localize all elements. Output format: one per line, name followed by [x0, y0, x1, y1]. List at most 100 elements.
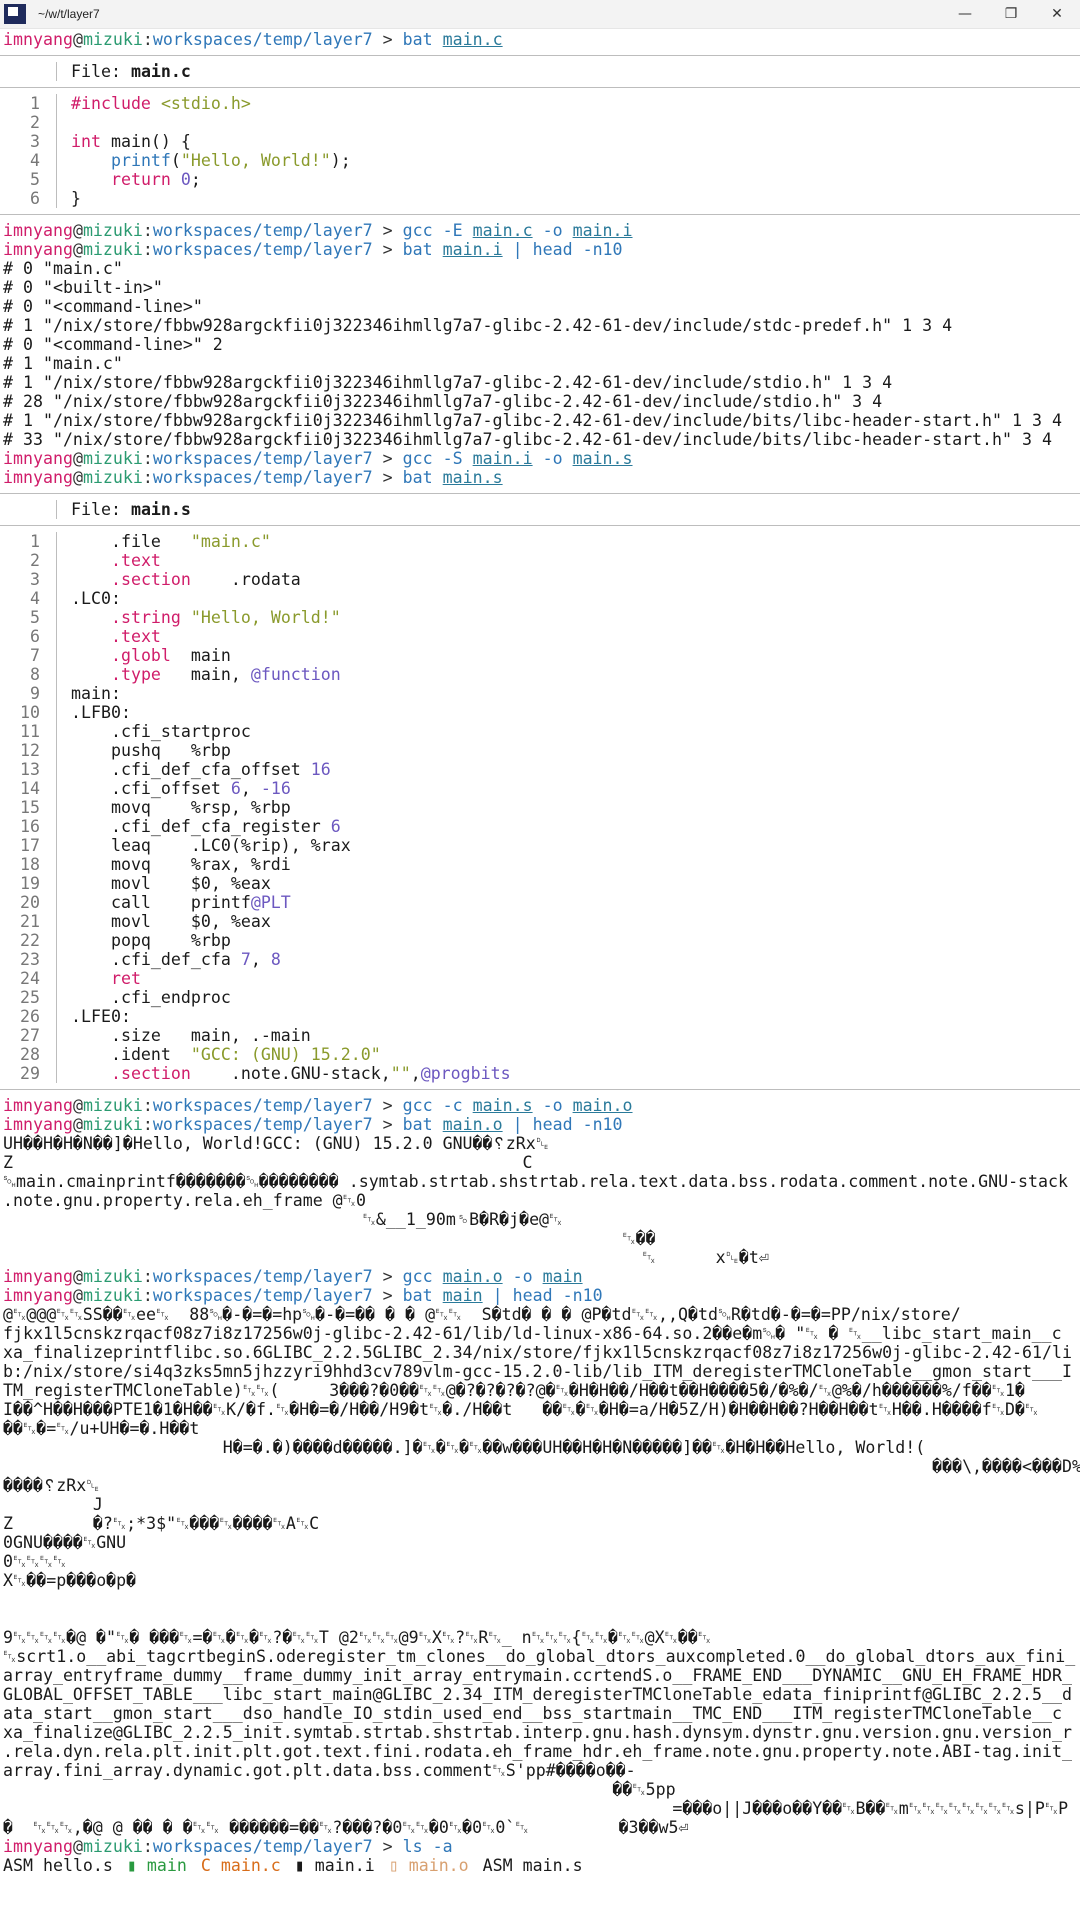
line-number: 1: [0, 532, 57, 551]
prompt-arrow: >: [372, 468, 403, 487]
preprocessor-line: # 33 "/nix/store/fbbw928argckfii0j322346…: [3, 430, 1052, 449]
minimize-button[interactable]: —: [942, 0, 988, 28]
binary-line: xa_finalize@GLIBC_2.2.5_init.symtab.strt…: [3, 1723, 1072, 1742]
command-name: bat: [402, 1286, 433, 1305]
prompt-at: @: [72, 1837, 83, 1856]
line-number: 9: [0, 684, 57, 703]
bat-code-line: 3 int main() {: [0, 132, 1080, 151]
prompt-line: imnyang@mizuki:workspaces/temp/layer7 > …: [3, 221, 1080, 240]
bat-code-line: 19 movl $0, %eax: [0, 874, 1080, 893]
prompt-dir: workspaces/temp/layer7: [152, 240, 373, 259]
code-text: .file "main.c": [71, 532, 271, 551]
code-text: .text: [110, 551, 161, 570]
preprocessor-line: # 28 "/nix/store/fbbw928argckfii0j322346…: [3, 392, 883, 411]
command-file: main.c: [442, 30, 503, 49]
line-number: 27: [0, 1026, 57, 1045]
binary-line: .rela.dyn.rela.plt.init.plt.got.text.fin…: [3, 1742, 1072, 1761]
line-number: 1: [0, 94, 57, 113]
binary-line: I��^H��H���PTE1�1�H��␃K/�f.␃�H�=�/H��/H9…: [3, 1400, 1039, 1419]
command-name: gcc: [402, 221, 433, 240]
ls-entry: ▮ main.i: [295, 1856, 375, 1875]
bat-code-line: 5 .string "Hello, World!": [0, 608, 1080, 627]
line-number: 6: [0, 627, 57, 646]
command-file: main.c: [472, 221, 533, 240]
bat-rule: [0, 1089, 1080, 1090]
prompt-at: @: [72, 221, 83, 240]
code-text: .cfi_def_cfa_offset 16: [71, 760, 331, 779]
ls-entry: ASM hello.s: [3, 1856, 113, 1875]
binary-line: xa_finalizeprintflibc.so.6GLIBC_2.2.5GLI…: [3, 1343, 1072, 1362]
prompt-line: imnyang@mizuki:workspaces/temp/layer7 > …: [3, 1096, 1080, 1115]
prompt-line: imnyang@mizuki:workspaces/temp/layer7 > …: [3, 1286, 1080, 1305]
prompt-sep: :: [142, 1286, 153, 1305]
command-name: gcc: [402, 1267, 433, 1286]
bat-code-line: 15 movq %rsp, %rbp: [0, 798, 1080, 817]
bat-code-line: 8 .type main, @function: [0, 665, 1080, 684]
prompt-dir: workspaces/temp/layer7: [152, 468, 373, 487]
prompt-dir: workspaces/temp/layer7: [152, 1837, 373, 1856]
code-text: .globl main: [110, 646, 231, 665]
binary-line: GLOBAL_OFFSET_TABLE___libc_start_main@GL…: [3, 1685, 1072, 1704]
file-name: main: [146, 1856, 187, 1875]
prompt-dir: workspaces/temp/layer7: [152, 1115, 373, 1134]
line-number: 13: [0, 760, 57, 779]
file-name: main.o: [408, 1856, 469, 1875]
ls-entry: C main.c: [201, 1856, 281, 1875]
file-type-icon: ▯: [388, 1856, 409, 1875]
close-button[interactable]: ✕: [1034, 0, 1080, 28]
line-number: 6: [0, 189, 57, 208]
bat-code-line: 6}: [0, 189, 1080, 208]
bat-code-line: 16 .cfi_def_cfa_register 6: [0, 817, 1080, 836]
prompt-sep: :: [142, 1837, 153, 1856]
binary-line: X␃��=p���o�p�: [3, 1571, 137, 1590]
file-type-icon: ▮: [126, 1856, 147, 1875]
binary-line: Z �?␃;*3$"␃���␃����␃A␃C: [3, 1514, 320, 1533]
preprocessor-line: # 1 "/nix/store/fbbw928argckfii0j322346i…: [3, 411, 1062, 430]
prompt-line: imnyang@mizuki:workspaces/temp/layer7 > …: [3, 240, 1080, 259]
preprocessor-line: # 1 "main.c": [3, 354, 123, 373]
binary-line: ��␃�=␃/u+UH�=�.H��t: [3, 1419, 200, 1438]
prompt-sep: :: [142, 30, 153, 49]
binary-line: 0␃␃␃␃: [3, 1552, 67, 1571]
prompt-user: imnyang: [3, 1115, 73, 1134]
maximize-button[interactable]: ❐: [988, 0, 1034, 28]
bat-file-name: main.c: [130, 62, 191, 81]
code-text: .cfi_def_cfa 7, 8: [71, 950, 281, 969]
bat-code-line: 9 main:: [0, 684, 1080, 703]
bat-code-line: 1 .file "main.c": [0, 532, 1080, 551]
command-arg: -a: [432, 1837, 453, 1856]
terminal-output[interactable]: imnyang@mizuki:workspaces/temp/layer7 > …: [0, 29, 1080, 1875]
prompt-user: imnyang: [3, 221, 73, 240]
binary-line: @␃@@@␃␃SS��␃ee␃ 88␁�-�=�=hp␁�-�=�� � � @…: [3, 1305, 961, 1324]
prompt-at: @: [72, 1267, 83, 1286]
bat-code-line: 22 popq %rbp: [0, 931, 1080, 950]
line-number: 20: [0, 893, 57, 912]
code-text: .size main, .-main: [71, 1026, 311, 1045]
ls-entry: ASM main.s: [483, 1856, 583, 1875]
terminal-app-icon: [4, 4, 26, 24]
prompt-sep: :: [142, 1096, 153, 1115]
binary-line: [3, 1609, 1080, 1628]
bat-file-label: File: main.c: [71, 62, 191, 81]
command-arg: -o: [542, 449, 563, 468]
prompt-sep: :: [142, 1267, 153, 1286]
command-arg: -S: [442, 449, 463, 468]
line-number: 19: [0, 874, 57, 893]
prompt-at: @: [72, 240, 83, 259]
binary-line: 0GNU����␃GNU: [3, 1533, 127, 1552]
code-text: .cfi_def_cfa_register 6: [71, 817, 341, 836]
bat-rule: [0, 55, 1080, 56]
command-name: gcc: [402, 1096, 433, 1115]
binary-line: 9␃␃␃␃�@ �"␃� ���␃=�␃�␃�␃?�␃␃T @2␃␃␃@9␃X␃…: [3, 1628, 712, 1647]
command-arg: -n10: [562, 1286, 603, 1305]
line-number: 18: [0, 855, 57, 874]
prompt-arrow: >: [372, 30, 403, 49]
prompt-host: mizuki: [82, 468, 143, 487]
prompt-at: @: [72, 1115, 83, 1134]
code-text: .ident "GCC: (GNU) 15.2.0": [71, 1045, 381, 1064]
prompt-host: mizuki: [82, 240, 143, 259]
preprocessor-line: # 0 "<command-line>": [3, 297, 203, 316]
line-number: 2: [0, 113, 57, 132]
file-name: main.c: [220, 1856, 281, 1875]
command-pipe: |: [512, 240, 523, 259]
